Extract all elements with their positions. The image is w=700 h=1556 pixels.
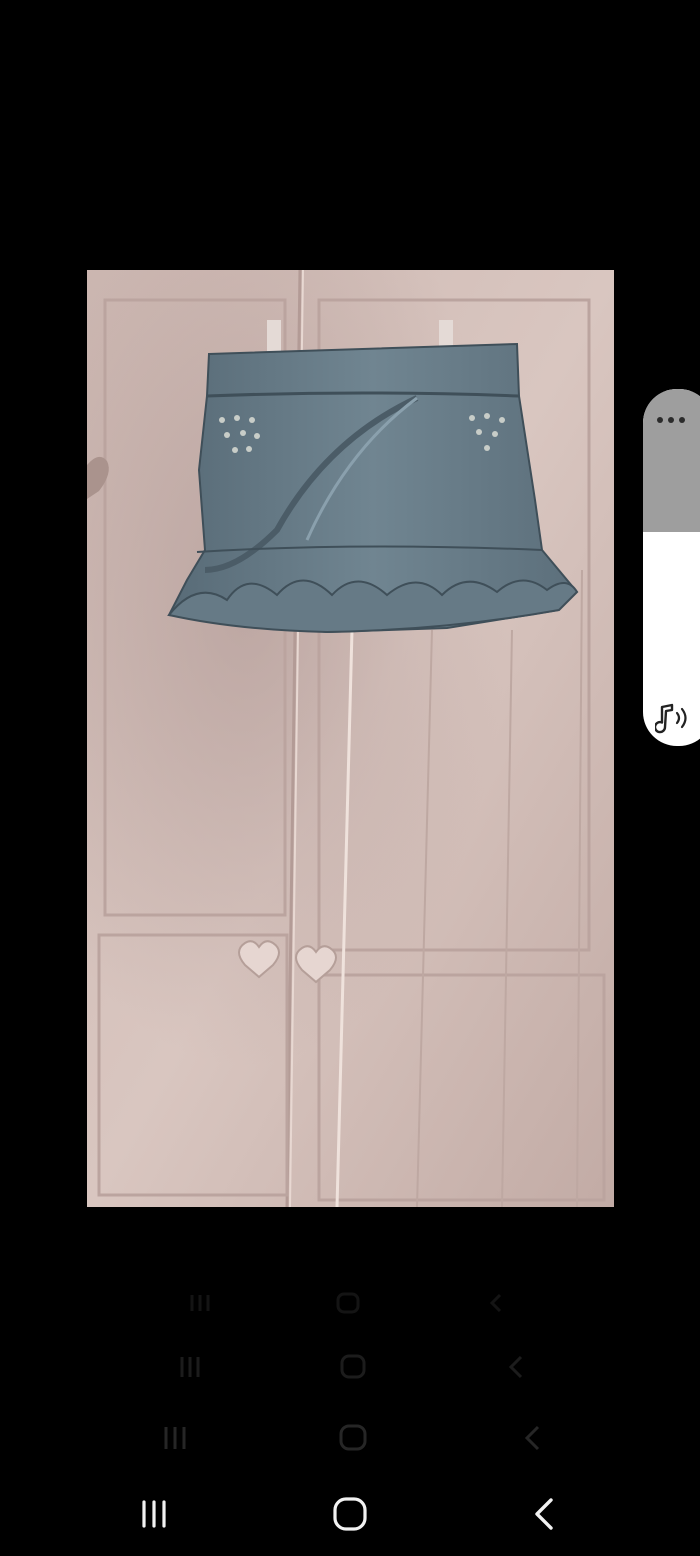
home-icon <box>333 1497 367 1531</box>
ghost-navigation-bar <box>0 1283 700 1323</box>
ghost-navigation-bar <box>0 1347 700 1387</box>
recent-apps-button[interactable] <box>124 1490 184 1538</box>
more-options-icon[interactable] <box>657 417 685 423</box>
dot <box>679 417 685 423</box>
recent-apps-icon <box>142 1500 166 1528</box>
volume-panel[interactable] <box>643 389 700 746</box>
skirt-photo <box>87 270 614 1207</box>
sound-music-icon[interactable] <box>653 701 695 739</box>
home-button[interactable] <box>320 1490 380 1538</box>
screen <box>0 0 700 1556</box>
ghost-navigation-bar <box>0 1418 700 1458</box>
navigation-bar <box>0 1490 700 1538</box>
back-icon <box>535 1498 553 1530</box>
dot <box>657 417 663 423</box>
dot <box>668 417 674 423</box>
back-button[interactable] <box>516 1490 576 1538</box>
volume-slider-track[interactable] <box>643 389 700 532</box>
photo-viewer-image[interactable] <box>87 270 614 1207</box>
